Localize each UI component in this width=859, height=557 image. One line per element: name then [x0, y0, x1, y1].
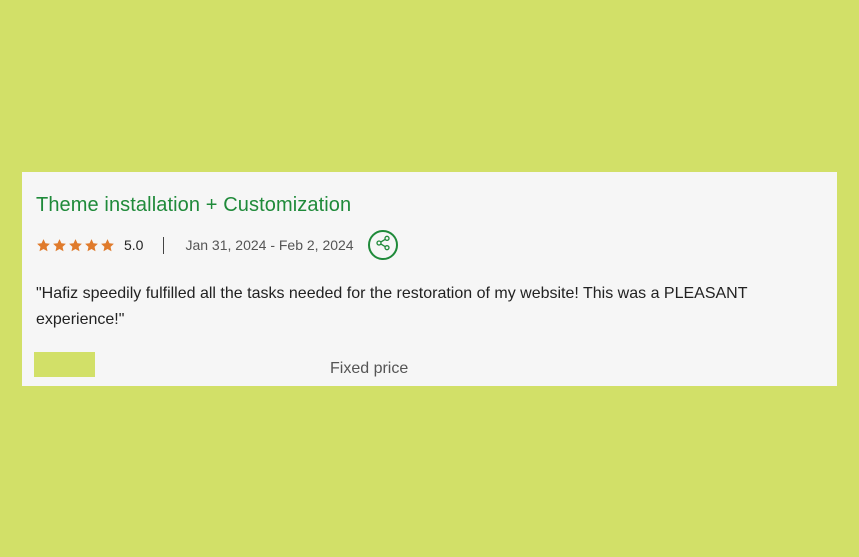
price-placeholder-block	[34, 352, 95, 377]
star-icon	[84, 238, 99, 253]
review-meta-row: 5.0 Jan 31, 2024 - Feb 2, 2024	[36, 229, 398, 261]
star-icon	[36, 238, 51, 253]
star-rating	[36, 238, 115, 253]
star-icon	[68, 238, 83, 253]
price-type-label: Fixed price	[330, 360, 409, 377]
review-card: Theme installation + Customization 5.0 J…	[22, 172, 837, 386]
share-button[interactable]	[367, 230, 398, 260]
meta-divider	[163, 236, 165, 254]
date-range: Jan 31, 2024 - Feb 2, 2024	[185, 237, 354, 253]
share-icon	[375, 235, 391, 256]
star-icon	[100, 238, 115, 253]
rating-value: 5.0	[124, 237, 144, 253]
review-title[interactable]: Theme installation + Customization	[36, 194, 351, 217]
review-quote: "Hafiz speedily fulfilled all the tasks …	[36, 285, 748, 328]
star-icon	[52, 238, 67, 253]
